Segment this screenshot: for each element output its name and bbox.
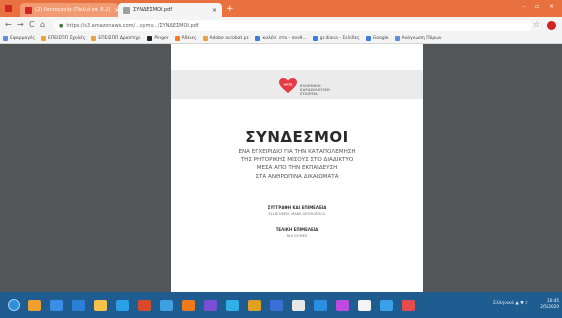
heart-logo-icon: HATE <box>279 78 297 93</box>
pdf-viewer[interactable]: HATE ΕΛΛΗΝΙΚΗ ΚΑΡΔΙΟΛΟΓΙΚΗ ΕΤΑΙΡΕΙΑ ΣΥΝΔ… <box>0 44 562 292</box>
bookmark-label: Ανάγνωση Πόρων <box>401 35 442 41</box>
bookmark-icon <box>202 35 208 41</box>
taskbar: Ελληνικά ▲ ▼ ♪ 10:45 2/5/2020 <box>0 292 562 318</box>
taskbar-app-icon[interactable] <box>292 300 305 311</box>
bookmark-label: Άδειες <box>181 35 197 41</box>
taskbar-app-icon[interactable] <box>270 300 283 311</box>
subtitle-line: ΕΝΑ ΕΓΧΕΙΡΙΔΙΟ ΓΙΑ ΤΗΝ ΚΑΤΑΠΟΛΕΜΗΣΗ <box>238 149 356 155</box>
taskbar-app-icon[interactable] <box>226 300 239 311</box>
taskbar-app-icon[interactable] <box>358 300 371 311</box>
bookmark-label: Pinger <box>154 35 169 41</box>
bookmarks-bar: Εφαρμογές ΕΠΕΙΣΠΠ Σχολές ΕΠΕΙΣΠΠ Δραστηρ. P… <box>0 33 562 44</box>
bookmark-item[interactable]: Google <box>365 35 389 41</box>
taskbar-app-icon[interactable] <box>116 300 129 311</box>
url-text: https://s3.amazonaws.com/...symv.../ΣΥΝΔ… <box>66 22 199 29</box>
bookmark-icon <box>312 35 318 41</box>
bookmark-item[interactable]: ΕΠΕΙΣΠΠ Σχολές <box>41 35 86 41</box>
bookmark-icon <box>365 35 371 41</box>
tab-favicon-icon <box>25 6 32 14</box>
tab-active[interactable]: ΣΥΝΔΕΣΜΟΙ.pdf × <box>118 3 222 17</box>
header-band <box>171 70 423 99</box>
reload-button[interactable]: C <box>29 20 35 30</box>
bookmark-label: gr.diana - Σελίδες <box>319 35 360 41</box>
taskbar-app-icon[interactable] <box>182 300 195 311</box>
bookmark-item[interactable]: Εφαρμογές <box>3 35 35 41</box>
clock[interactable]: 10:45 2/5/2020 <box>540 298 559 310</box>
tab-close-icon[interactable]: × <box>110 7 118 14</box>
taskbar-app-icon[interactable] <box>314 300 327 311</box>
tab-favicon-icon <box>123 6 130 14</box>
bookmark-icon <box>41 35 46 41</box>
address-bar[interactable]: ● https://s3.amazonaws.com/...symv.../ΣΥ… <box>54 20 532 31</box>
window-controls[interactable]: – ▫ × <box>522 3 558 10</box>
bookmark-item[interactable]: Pinger <box>147 35 169 41</box>
bookmark-icon <box>3 35 8 41</box>
bookmark-icon <box>91 35 97 41</box>
taskbar-app-icon[interactable] <box>204 300 217 311</box>
system-tray[interactable]: Ελληνικά ▲ ▼ ♪ <box>493 301 528 306</box>
bookmark-star-icon[interactable]: ☆ <box>533 20 540 29</box>
document-subtitle: ΕΝΑ ΕΓΧΕΙΡΙΔΙΟ ΓΙΑ ΤΗΝ ΚΑΤΑΠΟΛΕΜΗΣΗ ΤΗΣ … <box>171 148 423 181</box>
bookmark-label: Εφαρμογές <box>10 35 35 41</box>
subtitle-line: ΜΕΣΑ ΑΠΟ ΤΗΝ ΕΚΠΑΙΔΕΥΣΗ <box>256 165 338 172</box>
bookmark-icon <box>255 35 261 41</box>
taskbar-app-icon[interactable] <box>402 300 415 311</box>
taskbar-app-icon[interactable] <box>72 300 85 311</box>
tab-label: (2) Λειτουργία (Παλιό υπ. 6.2) <box>35 7 111 13</box>
bookmark-item[interactable]: καλέσ. στο - συνθ... <box>255 35 307 41</box>
bookmark-item[interactable]: gr.diana - Σελίδες <box>312 35 360 41</box>
taskbar-app-icon[interactable] <box>138 300 151 311</box>
bookmark-item[interactable]: Ανάγνωση Πόρων <box>394 35 442 41</box>
subtitle-line: ΣΤΑ ΑΝΘΡΩΠΙΝΑ ΔΙΚΑΙΩΜΑΤΑ <box>255 173 339 180</box>
browser-toolbar: ← → C ⌂ ● https://s3.amazonaws.com/...sy… <box>0 17 562 33</box>
bookmark-label: ΕΠΕΙΣΠΠ Σχολές <box>48 35 86 41</box>
tab-inactive[interactable]: (2) Λειτουργία (Παλιό υπ. 6.2) × <box>20 3 118 17</box>
home-button[interactable]: ⌂ <box>40 20 45 30</box>
bookmark-label: Google <box>372 35 389 41</box>
taskbar-app-icon[interactable] <box>28 300 41 311</box>
bookmark-icon <box>394 35 400 41</box>
document-title: ΣΥΝΔΕΣΜΟΙ <box>245 128 349 146</box>
subtitle-line: ΤΗΣ ΡΗΤΟΡΙΚΗΣ ΜΙΣΟΥΣ ΣΤΟ ΔΙΑΔΙΚΤΥΟ <box>240 157 354 164</box>
back-button[interactable]: ← <box>5 20 12 30</box>
final-editing-heading: ΤΕΛΙΚΗ ΕΠΙΜΕΛΕΙΑ <box>275 227 319 232</box>
bookmark-icon <box>174 35 180 41</box>
bookmark-item[interactable]: ΕΠΕΙΣΠΠ Δραστηρ. <box>91 35 142 41</box>
tab-label: ΣΥΝΔΕΣΜΟΙ.pdf <box>133 7 173 13</box>
authors-text: ELLIE KEEN, MARA GEORGESCU <box>268 212 326 216</box>
bookmark-item[interactable]: Άδειες <box>174 35 197 41</box>
taskbar-app-icon[interactable] <box>160 300 173 311</box>
final-editing-text: RUI GOMES <box>286 234 308 238</box>
start-button[interactable] <box>8 299 20 311</box>
tab-strip: (2) Λειτουργία (Παλιό υπ. 6.2) × ΣΥΝΔΕΣΜ… <box>0 0 562 17</box>
forward-button[interactable]: → <box>17 20 24 30</box>
bookmark-icon <box>147 35 153 41</box>
clock-date: 2/5/2020 <box>540 304 559 309</box>
tab-close-icon[interactable]: × <box>208 7 217 14</box>
taskbar-app-icon[interactable] <box>94 300 107 311</box>
taskbar-app-icon[interactable] <box>380 300 393 311</box>
taskbar-app-icon[interactable] <box>248 300 261 311</box>
lock-icon: ● <box>59 22 64 29</box>
new-tab-button[interactable]: + <box>226 4 234 14</box>
bookmark-label: ΕΠΕΙΣΠΠ Δραστηρ. <box>98 35 142 41</box>
taskbar-app-icon[interactable] <box>336 300 349 311</box>
app-icon <box>5 5 12 12</box>
bookmark-item[interactable]: Adobe acrobat pr. <box>202 35 250 41</box>
bookmark-label: Adobe acrobat pr. <box>209 35 250 41</box>
authors-heading: ΣΥΓΓΡΑΦΗ ΚΑΙ ΕΠΙΜΕΛΕΙΑ <box>267 205 327 210</box>
pdf-page: HATE ΕΛΛΗΝΙΚΗ ΚΑΡΔΙΟΛΟΓΙΚΗ ΕΤΑΙΡΕΙΑ ΣΥΝΔ… <box>171 44 423 292</box>
bookmark-label: καλέσ. στο - συνθ... <box>262 35 307 41</box>
taskbar-app-icon[interactable] <box>50 300 63 311</box>
logo-text: ΕΛΛΗΝΙΚΗ ΚΑΡΔΙΟΛΟΓΙΚΗ ΕΤΑΙΡΕΙΑ <box>300 84 330 96</box>
svg-text:HATE: HATE <box>284 83 293 87</box>
profile-avatar[interactable] <box>547 21 556 30</box>
